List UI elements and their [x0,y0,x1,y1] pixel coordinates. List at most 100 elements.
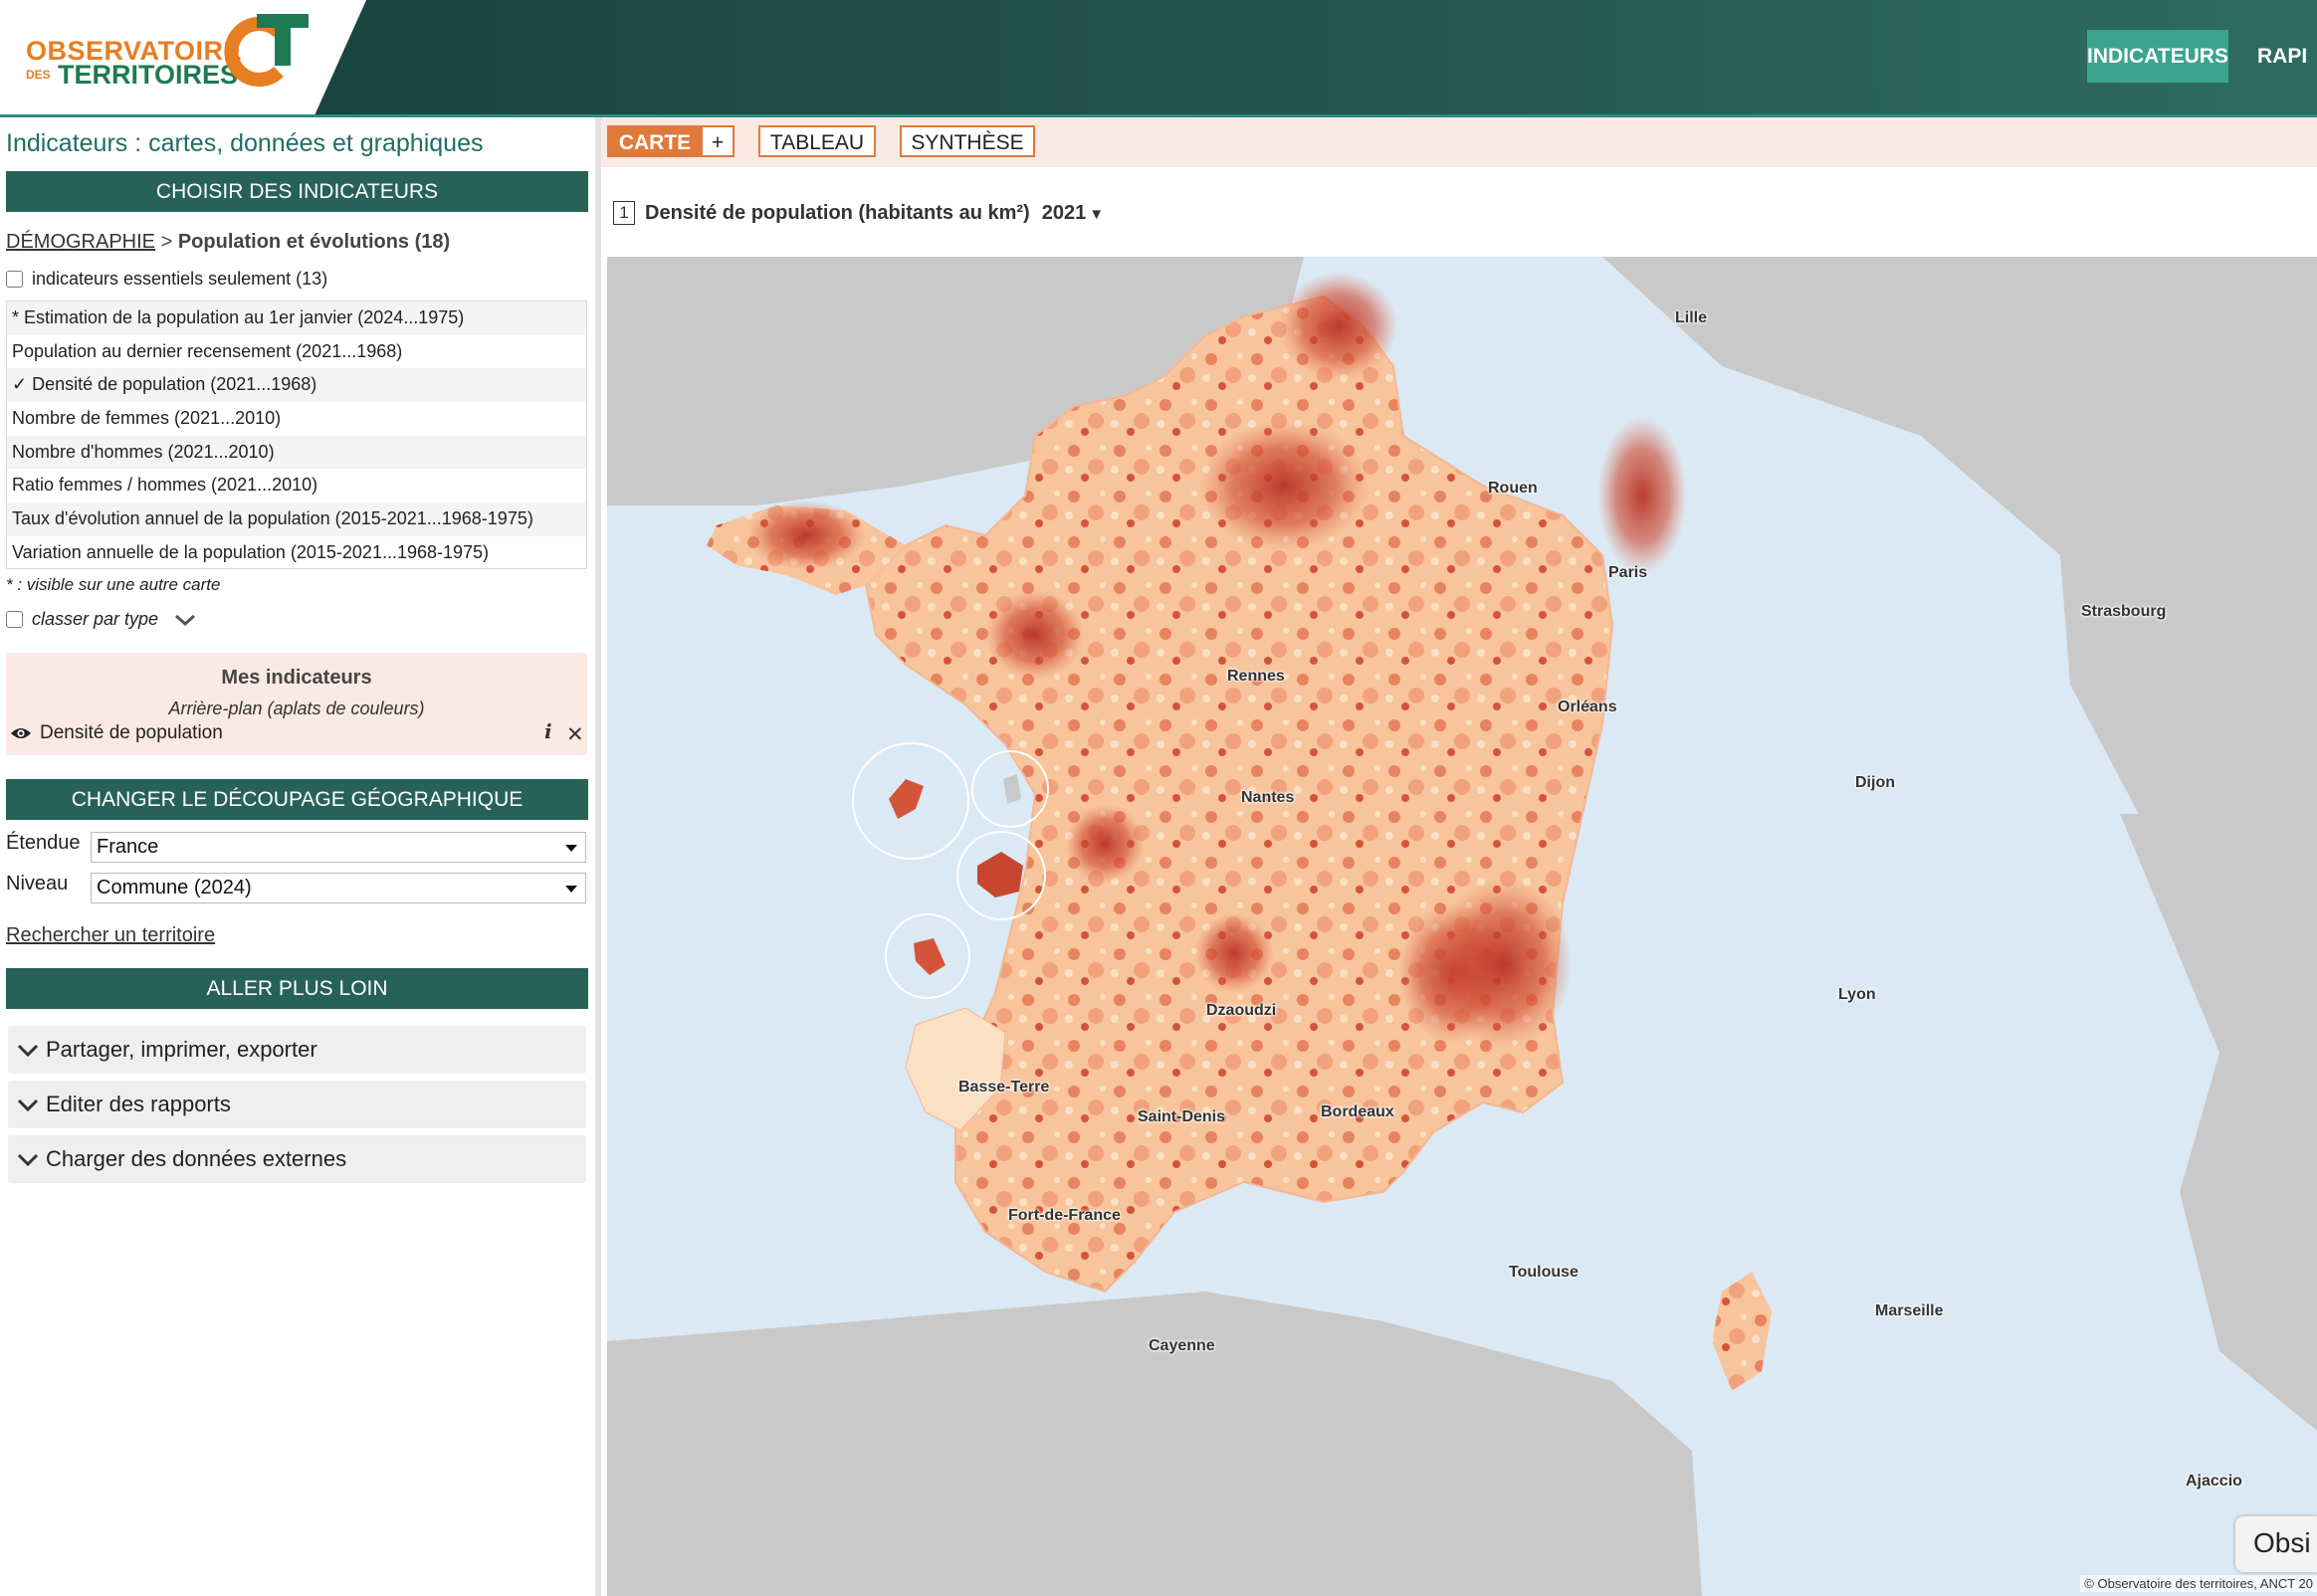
change-geography-bar[interactable]: CHANGER LE DÉCOUPAGE GÉOGRAPHIQUE [6,779,588,820]
classer-label: classer par type [32,609,159,629]
accordion-external-data[interactable]: Charger des données externes [8,1135,586,1183]
indicator-item[interactable]: Nombre d'hommes (2021...2010) [7,435,586,470]
hotspot-alsace [1597,416,1687,575]
breadcrumb-current: Population et évolutions (18) [177,231,451,253]
land-guadeloupe [889,779,924,819]
list-note: * : visible sur une autre carte [6,575,221,594]
my-indicator-label: Densité de population [40,722,223,743]
logo-mark-icon [224,14,309,87]
city-label: Lyon [1838,986,1876,1003]
map-year: 2021 [1041,201,1087,224]
city-label: Basse-Terre [958,1079,1050,1096]
chevron-down-icon [17,1153,39,1167]
dropdown-arrow-icon [565,886,577,893]
sidebar-title: Indicateurs : cartes, données et graphiq… [6,129,484,157]
city-label: Dzaoudzi [1206,1002,1277,1019]
choropleth-map[interactable] [607,257,2317,1596]
info-icon[interactable]: i [544,719,552,743]
caret-down-icon: ▼ [1089,205,1105,223]
accordion-label: Partager, imprimer, exporter [46,1037,317,1062]
essentials-label: indicateurs essentiels seulement (13) [32,269,328,289]
city-label: Nantes [1241,789,1295,806]
breadcrumb-separator: > [155,231,178,253]
land-belgium-germany [1602,257,2317,894]
chevron-down-icon [17,1044,39,1058]
indicator-item[interactable]: Nombre de femmes (2021...2010) [7,402,586,436]
land-reunion [977,852,1023,898]
accordion-label: Editer des rapports [46,1092,231,1116]
indicator-item[interactable]: Ratio femmes / hommes (2021...2010) [7,469,586,502]
go-further-bar[interactable]: ALLER PLUS LOIN [6,968,588,1009]
map-year-selector[interactable]: 2021 ▼ [1042,202,1104,225]
my-indicators-title: Mes indicateurs [221,667,372,689]
tab-synthese[interactable]: SYNTHÈSE [900,125,1035,157]
chevron-down-icon[interactable] [172,611,198,629]
indicator-item[interactable]: Population au dernier recensement (2021.… [7,335,586,369]
map-title: 1 Densité de population (habitants au km… [613,201,1104,225]
dropdown-arrow-icon [565,845,577,852]
niveau-select[interactable]: Commune (2024) [91,873,586,903]
choose-indicators-bar[interactable]: CHOISIR DES INDICATEURS [6,171,588,212]
city-label: Ajaccio [2186,1473,2242,1490]
main-panel: CARTE + TABLEAU SYNTHÈSE 1 Densité de po… [601,117,2317,1596]
close-icon[interactable]: ✕ [566,722,584,747]
tab-carte[interactable]: CARTE [607,125,703,157]
city-label: Bordeaux [1321,1103,1394,1120]
hotspot-paris [1199,421,1369,550]
etendue-label: Étendue [6,832,81,854]
niveau-label: Niveau [6,873,69,895]
obsi-button[interactable]: Obsi [2235,1516,2317,1572]
essentials-filter[interactable]: indicateurs essentiels seulement (13) [6,269,327,290]
map-title-text: Densité de population (habitants au km²) [645,201,1030,224]
my-indicator-row: Densité de population [10,722,223,744]
breadcrumb-demographie-link[interactable]: DÉMOGRAPHIE [6,231,155,253]
nav-rapports[interactable]: RAPI [2257,30,2307,83]
city-label: Rennes [1227,668,1285,685]
essentials-checkbox[interactable] [6,271,23,288]
map-number: 1 [613,201,635,225]
city-label: Marseille [1875,1302,1944,1319]
city-label: Saint-Denis [1138,1108,1226,1125]
sidebar: Indicateurs : cartes, données et graphiq… [0,117,601,1596]
land-martinique [914,938,946,975]
city-label: Toulouse [1509,1264,1579,1281]
chevron-down-icon [17,1098,39,1112]
logo-text-territoires: TERRITOIRES [58,60,239,90]
land-switzerland-italy [2120,814,2317,1431]
city-label: Rouen [1488,480,1538,497]
city-label: Orléans [1558,698,1617,715]
etendue-value: France [97,836,159,858]
add-map-button[interactable]: + [701,125,735,157]
hotspot-nantes [985,590,1085,680]
classer-par-type[interactable]: classer par type [6,609,198,630]
etendue-select[interactable]: France [91,832,586,863]
indicator-list: * Estimation de la population au 1er jan… [6,300,587,569]
hotspot-brittany [746,500,866,570]
app-header: OBSERVATOIRE DES TERRITOIRES INDICATEURS… [0,0,2317,117]
my-indicators-subtitle: Arrière-plan (aplats de couleurs) [168,698,425,718]
map-canvas[interactable] [607,257,2317,1596]
accordion-share[interactable]: Partager, imprimer, exporter [8,1026,586,1074]
nav-indicateurs[interactable]: INDICATEURS [2087,30,2228,83]
city-label: Dijon [1855,774,1895,791]
indicator-item[interactable]: Variation annuelle de la population (201… [7,536,586,570]
hotspot-bordeaux [1065,804,1145,884]
search-territory-link[interactable]: Rechercher un territoire [6,924,215,947]
eye-icon[interactable] [10,725,32,741]
accordion-reports[interactable]: Editer des rapports [8,1081,586,1128]
indicator-item[interactable]: Taux d'évolution annuel de la population… [7,502,586,536]
land-corsica [1712,1272,1772,1391]
logo[interactable]: OBSERVATOIRE DES TERRITOIRES [0,0,366,114]
city-label: Strasbourg [2081,603,2167,620]
accordion-label: Charger des données externes [46,1146,347,1171]
indicator-item-selected[interactable]: ✓ Densité de population (2021...1968) [7,368,586,403]
indicator-item[interactable]: * Estimation de la population au 1er jan… [7,301,586,335]
map-copyright: © Observatoire des territoires, ANCT 20 [2080,1575,2317,1592]
classer-checkbox[interactable] [6,611,23,628]
hotspot-marseille [1433,879,1573,1048]
city-label: Fort-de-France [1008,1207,1121,1224]
tab-tableau[interactable]: TABLEAU [758,125,876,157]
city-label: Cayenne [1149,1337,1215,1354]
breadcrumb: DÉMOGRAPHIE > Population et évolutions (… [6,231,450,254]
hotspot-lille [1279,272,1398,381]
